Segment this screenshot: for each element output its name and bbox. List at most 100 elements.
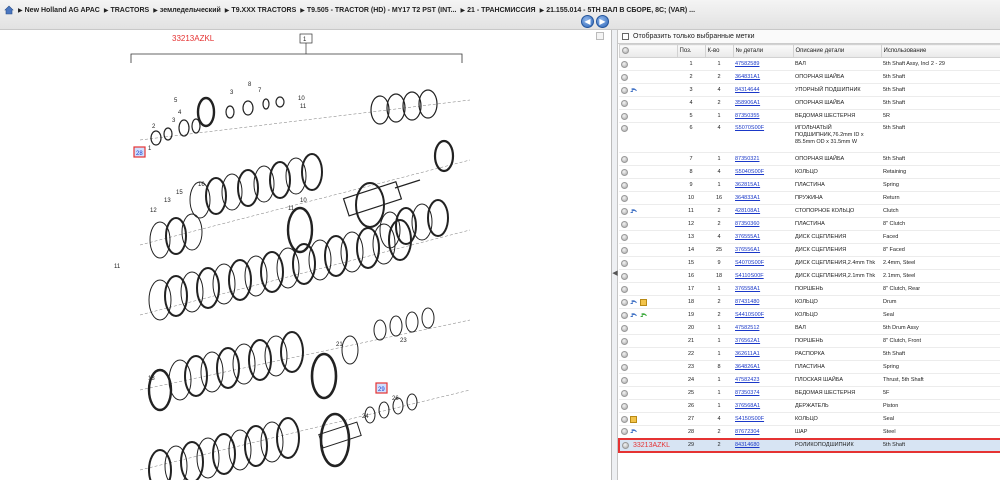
row-select-dot-icon[interactable] xyxy=(621,194,628,202)
row-select-dot-icon[interactable] xyxy=(621,207,628,215)
row-select-dot-icon[interactable] xyxy=(621,285,628,293)
package-icon[interactable] xyxy=(640,298,647,306)
table-row[interactable]: 12 2 87350360 ПЛАСТИНА 8" Clutch xyxy=(619,217,1000,231)
table-row[interactable]: 28 2 87672304 ШАР Steel xyxy=(619,425,1000,439)
row-select-dot-icon[interactable] xyxy=(621,259,628,267)
part-number-link[interactable]: S4070S00F xyxy=(735,260,764,266)
blue-arrow-icon[interactable] xyxy=(630,312,638,319)
breadcrumb-item[interactable]: ▶ T9.505 - TRACTOR (HD) - MY17 T2 PST (IN… xyxy=(300,7,456,14)
table-row[interactable]: 5 1 87350355 ВЕДОМАЯ ШЕСТЕРНЯ 5R xyxy=(619,109,1000,123)
row-select-dot-icon[interactable] xyxy=(621,415,628,423)
breadcrumb-item[interactable]: ▶ T9.XXX TRACTORS xyxy=(225,7,296,14)
table-row[interactable]: 18 2 87431480 КОЛЬЦО Drum xyxy=(619,295,1000,309)
part-number-link[interactable]: S4410S00F xyxy=(735,312,764,318)
table-row[interactable]: 13 4 376555A1 ДИСК СЦЕПЛЕНИЯ Faced xyxy=(619,230,1000,244)
breadcrumb-item[interactable]: ▶ New Holland AG APAC xyxy=(18,7,100,14)
breadcrumb-item[interactable]: ▶ 21 - ТРАНСМИССИЯ xyxy=(461,7,536,14)
row-select-dot-icon[interactable] xyxy=(621,311,628,319)
part-number-link[interactable]: 376562A1 xyxy=(735,338,760,344)
col-header-usage[interactable]: Использование xyxy=(880,44,1000,58)
col-header-icons[interactable] xyxy=(618,44,678,58)
breadcrumb-item[interactable]: ▶ TRACTORS xyxy=(104,7,149,14)
row-select-dot-icon[interactable] xyxy=(621,99,628,107)
table-row[interactable]: 4 2 358906A1 ОПОРНАЯ ШАЙБА 5th Shaft xyxy=(619,96,1000,110)
row-select-dot-icon[interactable] xyxy=(621,60,628,68)
part-number-link[interactable]: 376556A1 xyxy=(735,247,760,253)
row-select-dot-icon[interactable] xyxy=(621,428,628,436)
part-number-link[interactable]: 87431480 xyxy=(735,299,759,305)
table-row[interactable]: 8 4 S5040S00F КОЛЬЦО Retaining xyxy=(619,165,1000,179)
part-number-link[interactable]: 362815A1 xyxy=(735,182,760,188)
blue-arrow-icon[interactable] xyxy=(630,299,638,306)
part-number-link[interactable]: 87350355 xyxy=(735,113,759,119)
col-header-qty[interactable]: К-во xyxy=(704,44,734,58)
blue-arrow-icon[interactable] xyxy=(630,87,638,94)
row-select-dot-icon[interactable] xyxy=(621,272,628,280)
table-row[interactable]: 21 1 376562A1 ПОРШЕНЬ 8" Clutch, Front xyxy=(619,334,1000,348)
table-row[interactable]: 1 1 47582589 ВАЛ 5th Shaft Assy, Incl 2 - 29 xyxy=(619,57,1000,71)
part-number-link[interactable]: 376558A1 xyxy=(735,286,760,292)
settings-dot-icon[interactable] xyxy=(621,46,629,54)
part-number-link[interactable]: 358906A1 xyxy=(735,100,760,106)
part-number-link[interactable]: 84314680 xyxy=(735,442,759,448)
row-select-dot-icon[interactable] xyxy=(621,233,628,241)
home-icon[interactable] xyxy=(4,5,14,15)
table-row[interactable]: 11 2 428108A1 СТОПОРНОЕ КОЛЬЦО Clutch xyxy=(619,204,1000,218)
col-header-part[interactable]: № детали xyxy=(732,44,794,58)
blue-arrow-icon[interactable] xyxy=(630,428,638,435)
part-number-link[interactable]: 364833A1 xyxy=(735,195,760,201)
part-number-link[interactable]: S4110S00F xyxy=(735,273,764,279)
diagram-resize-handle[interactable] xyxy=(596,32,604,40)
part-number-link[interactable]: 376568A1 xyxy=(735,403,760,409)
part-number-link[interactable]: 87350321 xyxy=(735,156,759,162)
table-row[interactable]: 2 2 364831A1 ОПОРНАЯ ШАЙБА 5th Shaft xyxy=(619,70,1000,84)
table-row[interactable]: 3 4 84314644 УПОРНЫЙ ПОДШИПНИК 5th Shaft xyxy=(619,83,1000,97)
row-select-dot-icon[interactable] xyxy=(621,125,628,132)
table-row[interactable]: 17 1 376558A1 ПОРШЕНЬ 8" Clutch, Rear xyxy=(619,282,1000,296)
part-number-link[interactable]: 376555A1 xyxy=(735,234,760,240)
show-selected-checkbox[interactable] xyxy=(622,33,629,40)
table-row[interactable]: 22 1 362611A1 РАСПОРКА 5th Shaft xyxy=(619,347,1000,361)
row-select-dot-icon[interactable] xyxy=(621,155,628,163)
table-row[interactable]: 14 25 376556A1 ДИСК СЦЕПЛЕНИЯ 8" Faced xyxy=(619,243,1000,257)
row-select-dot-icon[interactable] xyxy=(621,363,628,371)
row-select-dot-icon[interactable] xyxy=(621,220,628,228)
row-select-dot-icon[interactable] xyxy=(621,86,628,94)
table-row[interactable]: 26 1 376568A1 ДЕРЖАТЕЛЬ Piston xyxy=(619,399,1000,413)
blue-arrow-icon[interactable] xyxy=(630,208,638,215)
table-row[interactable]: 24 1 47582423 ПЛОСКАЯ ШАЙБА Thrust, 5th Shaf… xyxy=(619,373,1000,387)
part-number-link[interactable]: S5040S00F xyxy=(735,169,764,175)
part-number-link[interactable]: 364831A1 xyxy=(735,74,760,80)
table-row[interactable]: 33213AZKL 29 2 84314680 РОЛИКОПОДШИПНИК 5th S… xyxy=(618,437,1000,453)
row-select-dot-icon[interactable] xyxy=(621,350,628,358)
table-row[interactable]: 19 2 S4410S00F КОЛЬЦО Seal xyxy=(619,308,1000,322)
package-icon[interactable] xyxy=(630,415,637,423)
row-select-dot-icon[interactable] xyxy=(621,181,628,189)
part-number-link[interactable]: 428108A1 xyxy=(735,208,760,214)
part-number-link[interactable]: 87672304 xyxy=(735,429,759,435)
row-select-dot-icon[interactable] xyxy=(621,168,628,176)
breadcrumb-item[interactable]: ▶ земледельческий xyxy=(153,7,221,14)
part-number-link[interactable]: 47582423 xyxy=(735,377,759,383)
row-select-dot-icon[interactable] xyxy=(621,376,628,384)
forward-button[interactable]: ▶ xyxy=(596,15,609,28)
part-number-link[interactable]: S5070S00F xyxy=(735,125,764,131)
table-row[interactable]: 20 1 47582512 ВАЛ 5th Drum Assy xyxy=(619,321,1000,335)
row-select-dot-icon[interactable] xyxy=(621,389,628,397)
breadcrumb-item[interactable]: ▶ 21.155.014 - 5TH ВАЛ В СБОРЕ, 8C; (VAR)… xyxy=(540,7,695,14)
back-button[interactable]: ◀ xyxy=(581,15,594,28)
row-select-dot-icon[interactable] xyxy=(621,73,628,81)
row-select-dot-icon[interactable] xyxy=(621,112,628,120)
exploded-parts-diagram[interactable]: 123 453 8710 111213 151611 111018 212326… xyxy=(0,30,612,480)
row-select-dot-icon[interactable] xyxy=(621,402,628,410)
table-row[interactable]: 16 18 S4110S00F ДИСК СЦЕПЛЕНИЯ,2.1mm Thk 2.1… xyxy=(619,269,1000,283)
part-number-link[interactable]: 364826A1 xyxy=(735,364,760,370)
table-row[interactable]: 27 4 S4150S00F КОЛЬЦО Seal xyxy=(619,412,1000,426)
part-number-link[interactable]: 87350374 xyxy=(735,390,759,396)
table-row[interactable]: 15 9 S4070S00F ДИСК СЦЕПЛЕНИЯ,2.4mm Thk 2.4m… xyxy=(619,256,1000,270)
part-number-link[interactable]: 84314644 xyxy=(735,87,759,93)
row-select-dot-icon[interactable] xyxy=(621,298,628,306)
part-number-link[interactable]: 47582512 xyxy=(735,325,759,331)
table-row[interactable]: 7 1 87350321 ОПОРНАЯ ШАЙБА 5th Shaft xyxy=(619,152,1000,166)
row-select-dot-icon[interactable] xyxy=(622,441,629,449)
